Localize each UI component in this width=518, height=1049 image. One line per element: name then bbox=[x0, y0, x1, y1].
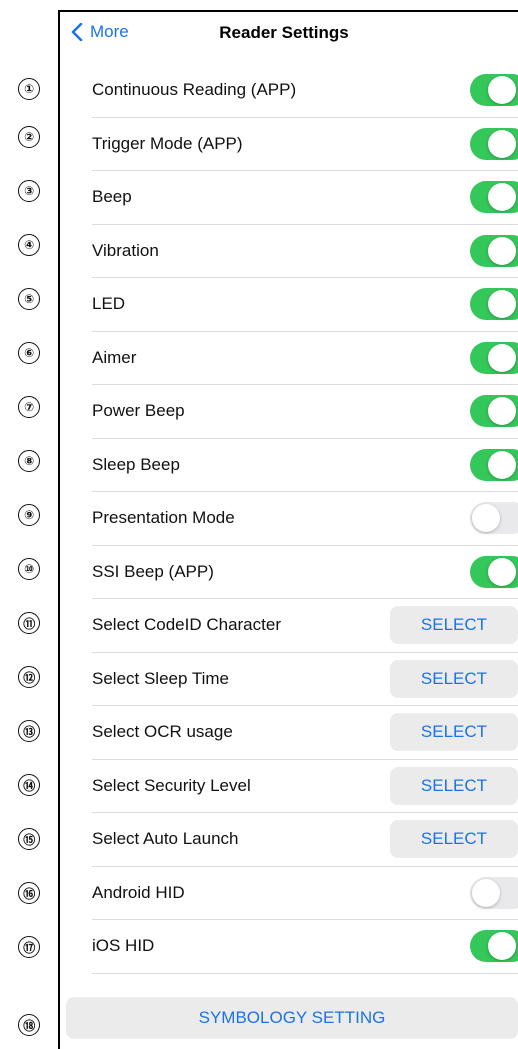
setting-label: Sleep Beep bbox=[92, 454, 180, 474]
marker-9: ⑨ bbox=[18, 504, 40, 526]
toggle-knob bbox=[488, 450, 516, 479]
toggle-knob bbox=[488, 236, 516, 265]
navigation-bar: More Reader Settings bbox=[60, 12, 518, 56]
marker-2: ② bbox=[18, 126, 40, 148]
marker-16: ⑯ bbox=[18, 882, 40, 904]
toggle-knob bbox=[488, 183, 516, 212]
setting-label: Select CodeID Character bbox=[92, 615, 281, 635]
page-title: Reader Settings bbox=[219, 23, 349, 42]
setting-row: LED bbox=[92, 278, 518, 332]
setting-label: Aimer bbox=[92, 347, 137, 367]
toggle-switch[interactable] bbox=[470, 74, 518, 107]
setting-row: Select OCR usage SELECT bbox=[92, 706, 518, 760]
toggle-switch[interactable] bbox=[470, 502, 518, 535]
setting-label: Power Beep bbox=[92, 401, 185, 421]
marker-14: ⑭ bbox=[18, 774, 40, 796]
marker-7: ⑦ bbox=[18, 396, 40, 418]
setting-row: Power Beep bbox=[92, 385, 518, 439]
annotation-markers: ① ② ③ ④ ⑤ ⑥ ⑦ ⑧ ⑨ ⑩ ⑪ ⑫ ⑬ ⑭ ⑮ ⑯ ⑰ ⑱ bbox=[0, 0, 58, 1049]
setting-row: Vibration bbox=[92, 225, 518, 278]
toggle-switch[interactable] bbox=[470, 555, 518, 588]
setting-row: Presentation Mode bbox=[92, 492, 518, 546]
setting-row: Android HID bbox=[92, 867, 518, 920]
marker-4: ④ bbox=[18, 234, 40, 256]
settings-list: Continuous Reading (APP) Trigger Mode (AP… bbox=[92, 64, 518, 974]
marker-3: ③ bbox=[18, 180, 40, 202]
toggle-knob bbox=[488, 397, 516, 426]
toggle-switch[interactable] bbox=[470, 288, 518, 321]
toggle-switch[interactable] bbox=[470, 234, 518, 267]
marker-12: ⑫ bbox=[18, 666, 40, 688]
setting-row: Continuous Reading (APP) bbox=[92, 64, 518, 118]
marker-10: ⑩ bbox=[18, 558, 40, 580]
toggle-switch[interactable] bbox=[470, 127, 518, 160]
marker-15: ⑮ bbox=[18, 828, 40, 850]
marker-8: ⑧ bbox=[18, 450, 40, 472]
setting-row: Trigger Mode (APP) bbox=[92, 118, 518, 171]
toggle-knob bbox=[488, 290, 516, 319]
setting-label: Android HID bbox=[92, 882, 185, 902]
setting-label: Continuous Reading (APP) bbox=[92, 80, 297, 100]
setting-row: Select Auto Launch SELECT bbox=[92, 813, 518, 867]
toggle-switch[interactable] bbox=[470, 876, 518, 909]
setting-label: Presentation Mode bbox=[92, 508, 235, 528]
toggle-switch[interactable] bbox=[470, 448, 518, 481]
setting-label: SSI Beep (APP) bbox=[92, 561, 214, 581]
setting-row: Beep bbox=[92, 171, 518, 225]
marker-17: ⑰ bbox=[18, 936, 40, 958]
setting-row: Sleep Beep bbox=[92, 439, 518, 492]
marker-18: ⑱ bbox=[18, 1014, 40, 1036]
toggle-knob bbox=[472, 878, 500, 907]
toggle-switch[interactable] bbox=[470, 341, 518, 374]
marker-5: ⑤ bbox=[18, 288, 40, 310]
setting-label: Select Auto Launch bbox=[92, 829, 239, 849]
setting-label: Select Security Level bbox=[92, 775, 251, 795]
toggle-knob bbox=[472, 504, 500, 533]
marker-1: ① bbox=[18, 78, 40, 100]
setting-row: Select CodeID Character SELECT bbox=[92, 599, 518, 653]
toggle-knob bbox=[488, 557, 516, 586]
setting-label: Select Sleep Time bbox=[92, 668, 230, 688]
toggle-knob bbox=[488, 343, 516, 372]
setting-row: Aimer bbox=[92, 332, 518, 385]
toggle-knob bbox=[488, 129, 516, 158]
toggle-knob bbox=[488, 932, 516, 961]
select-button[interactable]: SELECT bbox=[390, 820, 518, 859]
marker-6: ⑥ bbox=[18, 342, 40, 364]
setting-label: Vibration bbox=[92, 240, 159, 260]
setting-row: iOS HID bbox=[92, 920, 518, 974]
setting-row: Select Security Level SELECT bbox=[92, 760, 518, 813]
marker-11: ⑪ bbox=[18, 612, 40, 634]
toggle-switch[interactable] bbox=[470, 395, 518, 428]
marker-13: ⑬ bbox=[18, 720, 40, 742]
toggle-knob bbox=[488, 76, 516, 105]
reader-settings-screen: More Reader Settings Continuous Reading … bbox=[58, 10, 518, 1049]
toggle-switch[interactable] bbox=[470, 930, 518, 963]
setting-label: iOS HID bbox=[92, 936, 155, 956]
select-button[interactable]: SELECT bbox=[390, 659, 518, 698]
symbology-setting-button[interactable]: SYMBOLOGY SETTING bbox=[66, 997, 518, 1039]
setting-label: LED bbox=[92, 294, 126, 314]
setting-label: Select OCR usage bbox=[92, 722, 233, 742]
setting-row: Select Sleep Time SELECT bbox=[92, 653, 518, 706]
setting-label: Beep bbox=[92, 187, 132, 207]
select-button[interactable]: SELECT bbox=[390, 606, 518, 645]
setting-row: SSI Beep (APP) bbox=[92, 546, 518, 599]
toggle-switch[interactable] bbox=[470, 181, 518, 214]
select-button[interactable]: SELECT bbox=[390, 713, 518, 752]
select-button[interactable]: SELECT bbox=[390, 766, 518, 805]
setting-label: Trigger Mode (APP) bbox=[92, 133, 243, 153]
